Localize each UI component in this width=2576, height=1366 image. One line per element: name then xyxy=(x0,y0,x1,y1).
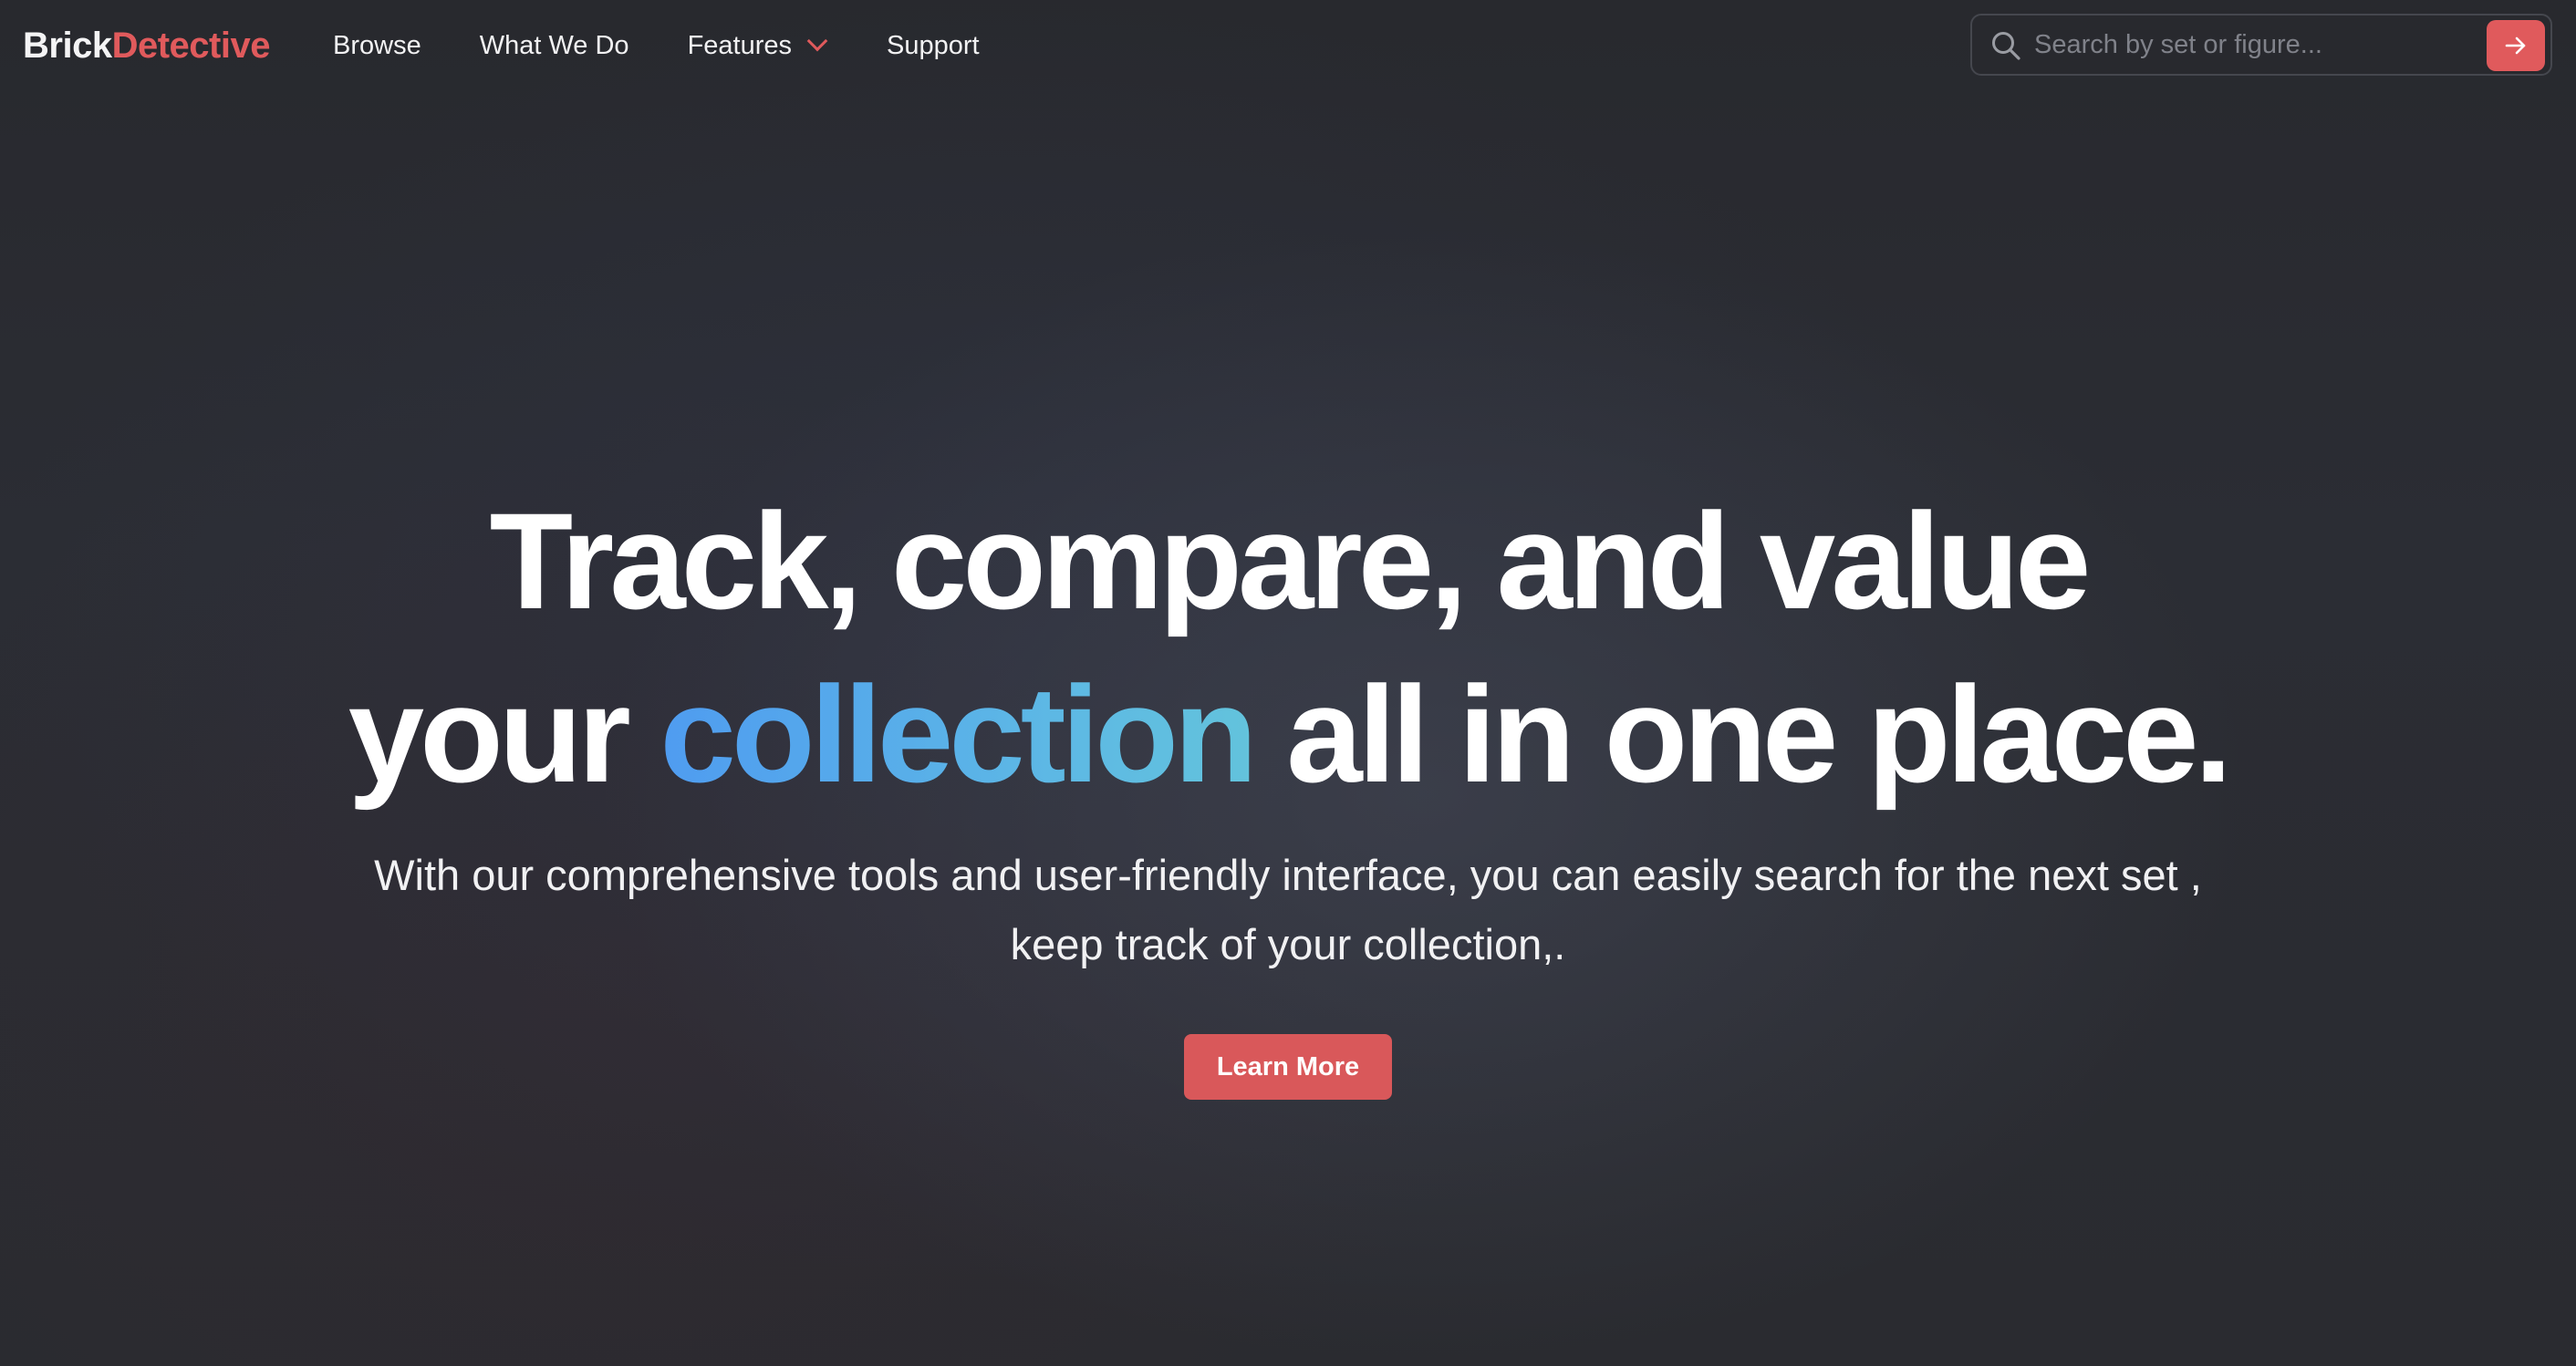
nav-item-what-we-do-label: What We Do xyxy=(479,31,629,60)
search-bar xyxy=(1970,14,2552,76)
hero-section: Track, compare, and value your collectio… xyxy=(0,474,2576,1100)
search-icon xyxy=(1990,30,2021,61)
hero-headline: Track, compare, and value your collectio… xyxy=(0,474,2576,821)
arrow-right-icon xyxy=(2505,36,2526,55)
nav-item-what-we-do[interactable]: What We Do xyxy=(480,27,629,64)
hero-headline-accent: collection xyxy=(660,657,1257,811)
learn-more-button[interactable]: Learn More xyxy=(1184,1034,1392,1100)
nav-links: Browse What We Do Features Support xyxy=(333,27,980,64)
nav-item-features-label: Features xyxy=(687,31,793,60)
chevron-down-icon xyxy=(806,30,828,52)
nav-item-features[interactable]: Features xyxy=(687,27,828,64)
nav-item-browse[interactable]: Browse xyxy=(333,27,421,64)
nav-item-support-label: Support xyxy=(887,31,980,60)
nav-item-support[interactable]: Support xyxy=(887,27,980,64)
brand-logo-part2: Detective xyxy=(111,26,271,66)
hero-headline-line1: Track, compare, and value xyxy=(489,484,2092,637)
hero-headline-line2-before: your xyxy=(348,657,660,811)
nav-item-browse-label: Browse xyxy=(333,31,421,60)
search-submit-button[interactable] xyxy=(2487,20,2545,71)
hero-headline-line2-after: all in one place. xyxy=(1252,657,2232,811)
hero-headline-line2: your collection all in one place. xyxy=(0,647,2576,821)
brand-logo-part1: Brick xyxy=(23,26,112,66)
brand-logo[interactable]: BrickDetective xyxy=(23,24,270,67)
top-navbar: BrickDetective Browse What We Do Feature… xyxy=(0,0,2576,91)
hero-subtext: With our comprehensive tools and user-fr… xyxy=(374,851,2202,968)
search-input[interactable] xyxy=(2034,25,2454,65)
